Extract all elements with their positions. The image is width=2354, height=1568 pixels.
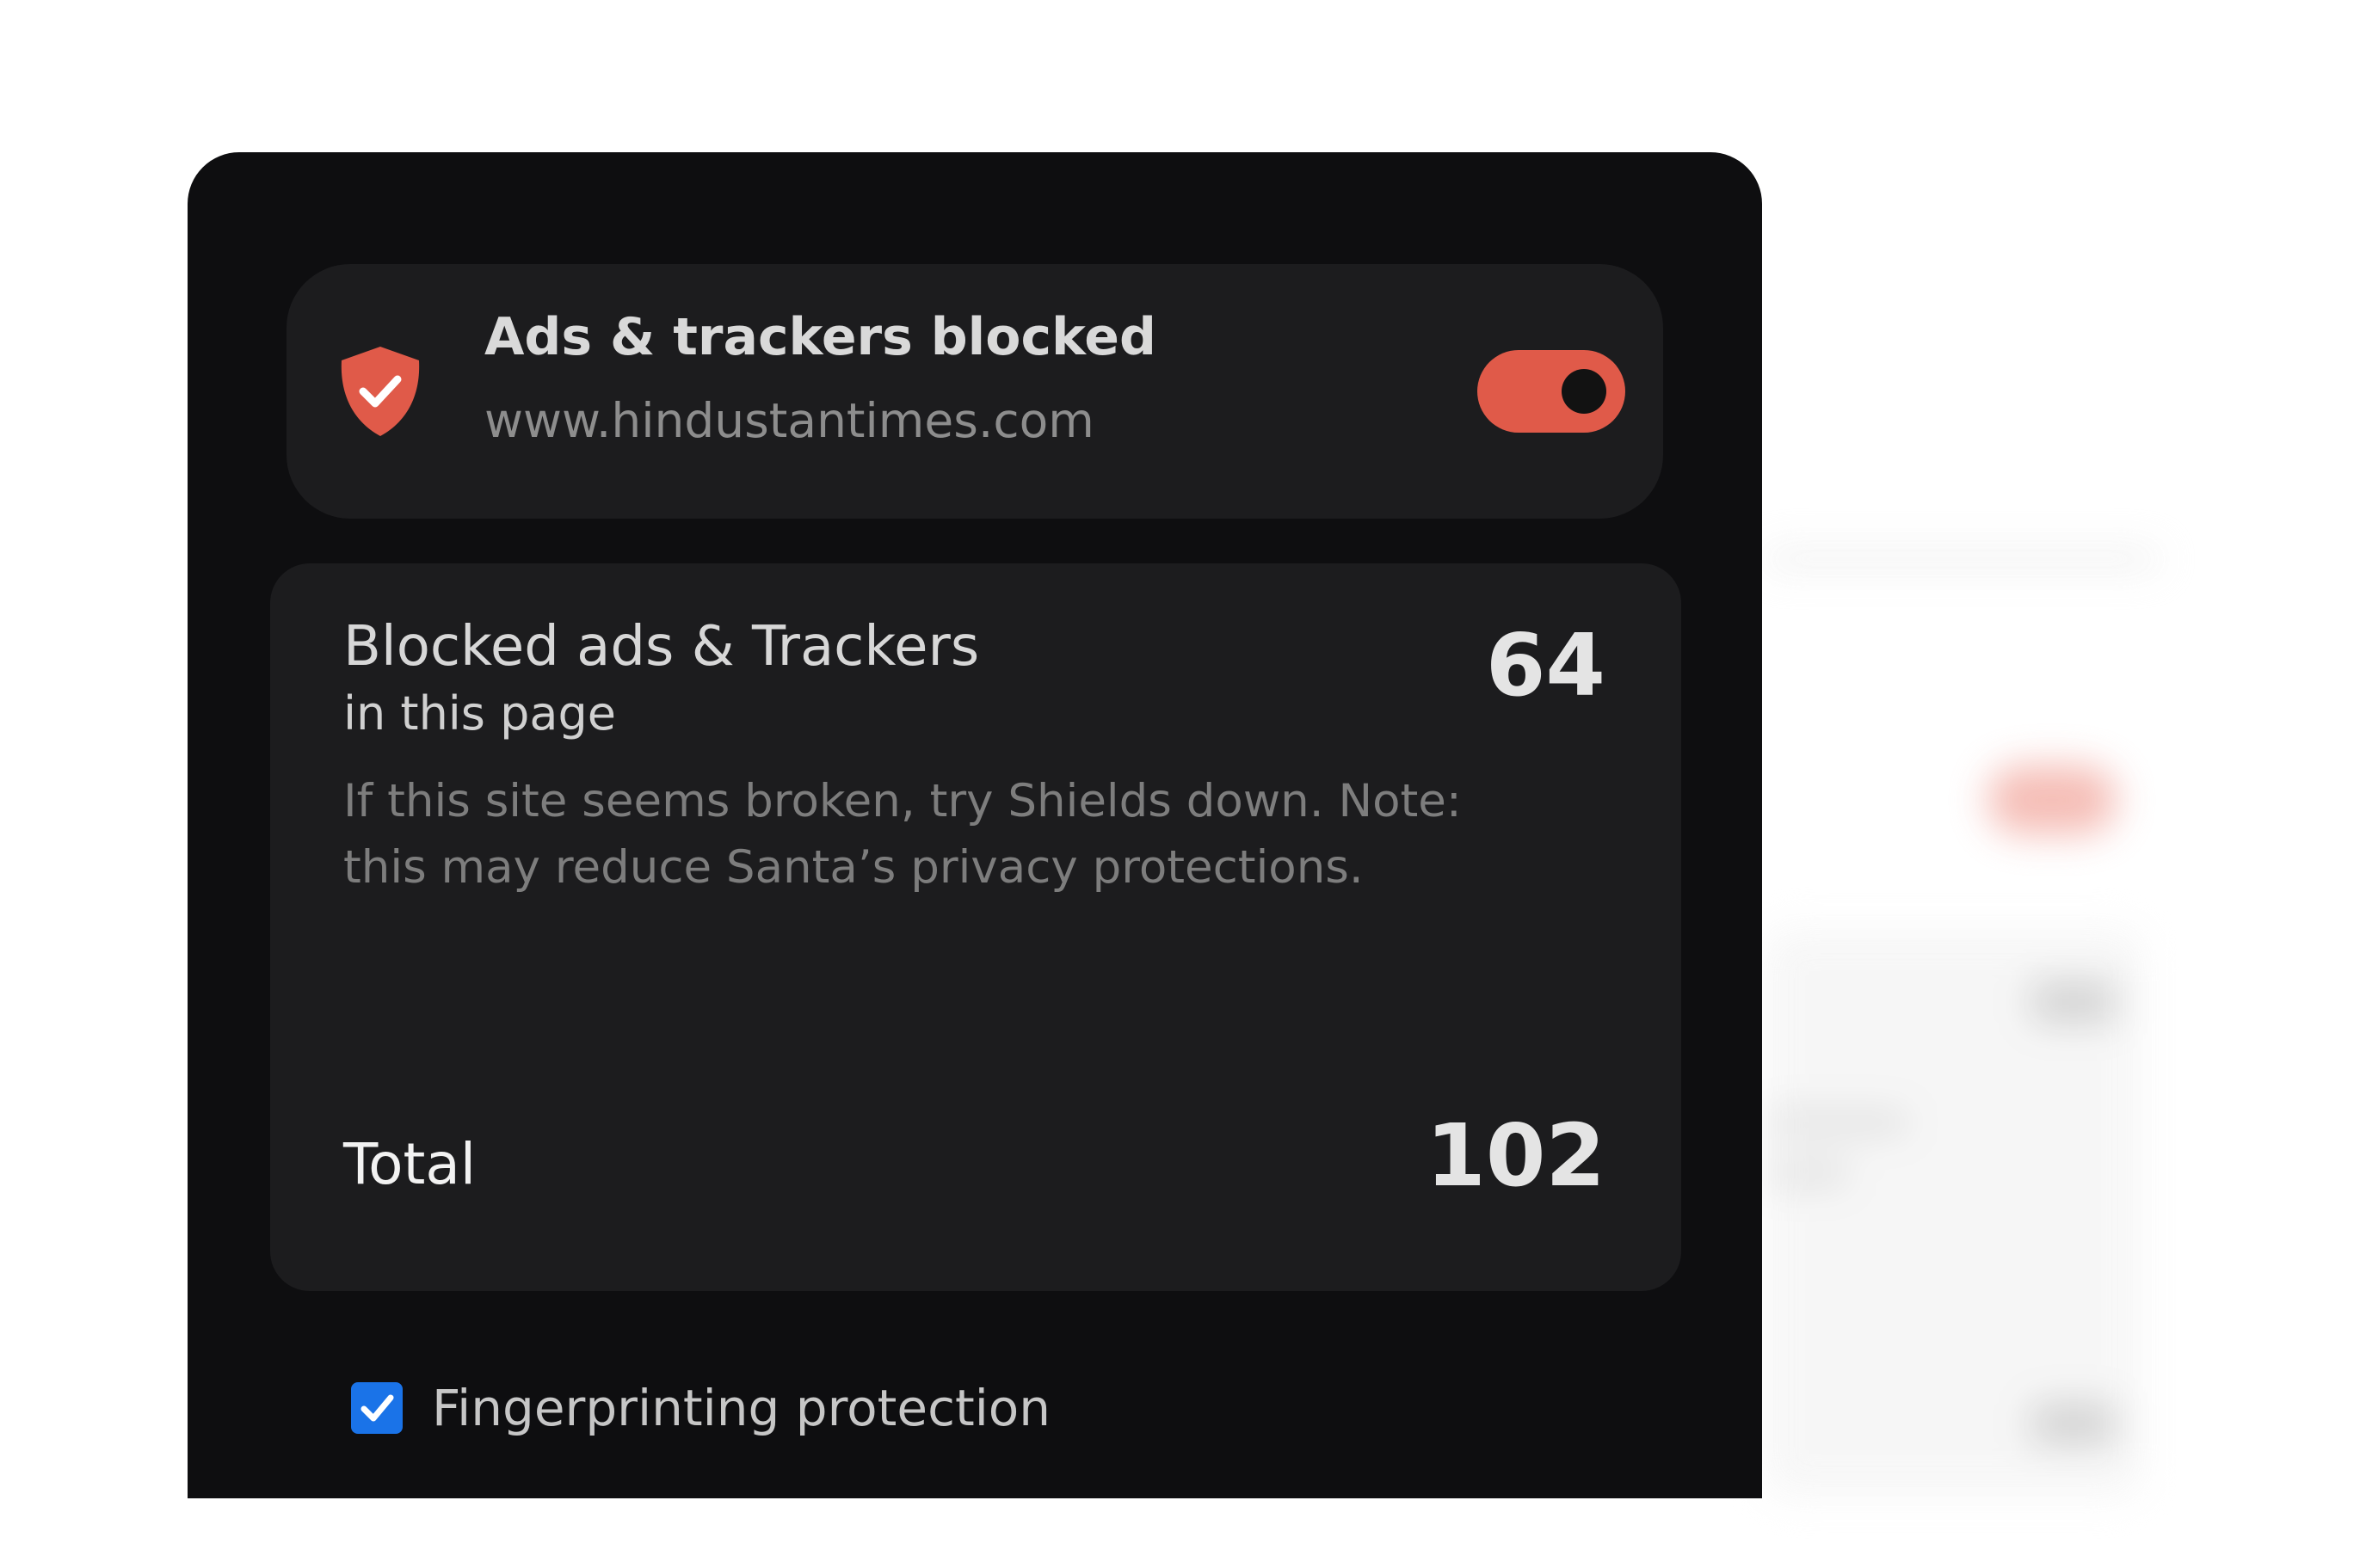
shields-down-note: If this site seems broken, try Shields d… bbox=[343, 775, 1462, 894]
blurred-text bbox=[1764, 1110, 1910, 1135]
fingerprinting-row[interactable]: Fingerprinting protection bbox=[351, 1374, 1051, 1442]
total-label: Total bbox=[343, 1131, 477, 1197]
total-blocked-count: 102 bbox=[1426, 1105, 1605, 1206]
checkmark-icon bbox=[360, 1394, 394, 1422]
fingerprinting-label: Fingerprinting protection bbox=[432, 1379, 1051, 1437]
blurred-count bbox=[2030, 981, 2117, 1024]
site-url: www.hindustantimes.com bbox=[484, 393, 1094, 448]
shield-check-icon bbox=[335, 343, 426, 440]
blurred-background-panel bbox=[1764, 550, 2160, 1497]
fingerprinting-checkbox[interactable] bbox=[351, 1382, 403, 1434]
blurred-text bbox=[1764, 1161, 1850, 1187]
stats-subheading: in this page bbox=[343, 686, 616, 741]
blurred-total bbox=[2030, 1402, 2117, 1445]
site-shield-card: Ads & trackers blocked www.hindustantime… bbox=[287, 264, 1663, 519]
blurred-header-bar bbox=[1764, 550, 2160, 568]
blurred-toggle bbox=[1987, 766, 2117, 834]
blocked-stats-card: Blocked ads & Trackers in this page 64 I… bbox=[270, 563, 1681, 1291]
toggle-knob bbox=[1562, 369, 1606, 414]
shields-toggle[interactable] bbox=[1477, 350, 1625, 433]
shields-panel: Ads & trackers blocked www.hindustantime… bbox=[188, 152, 1762, 1498]
page-blocked-count: 64 bbox=[1485, 615, 1605, 716]
shield-status-title: Ads & trackers blocked bbox=[484, 307, 1156, 367]
stats-heading: Blocked ads & Trackers bbox=[343, 615, 980, 679]
